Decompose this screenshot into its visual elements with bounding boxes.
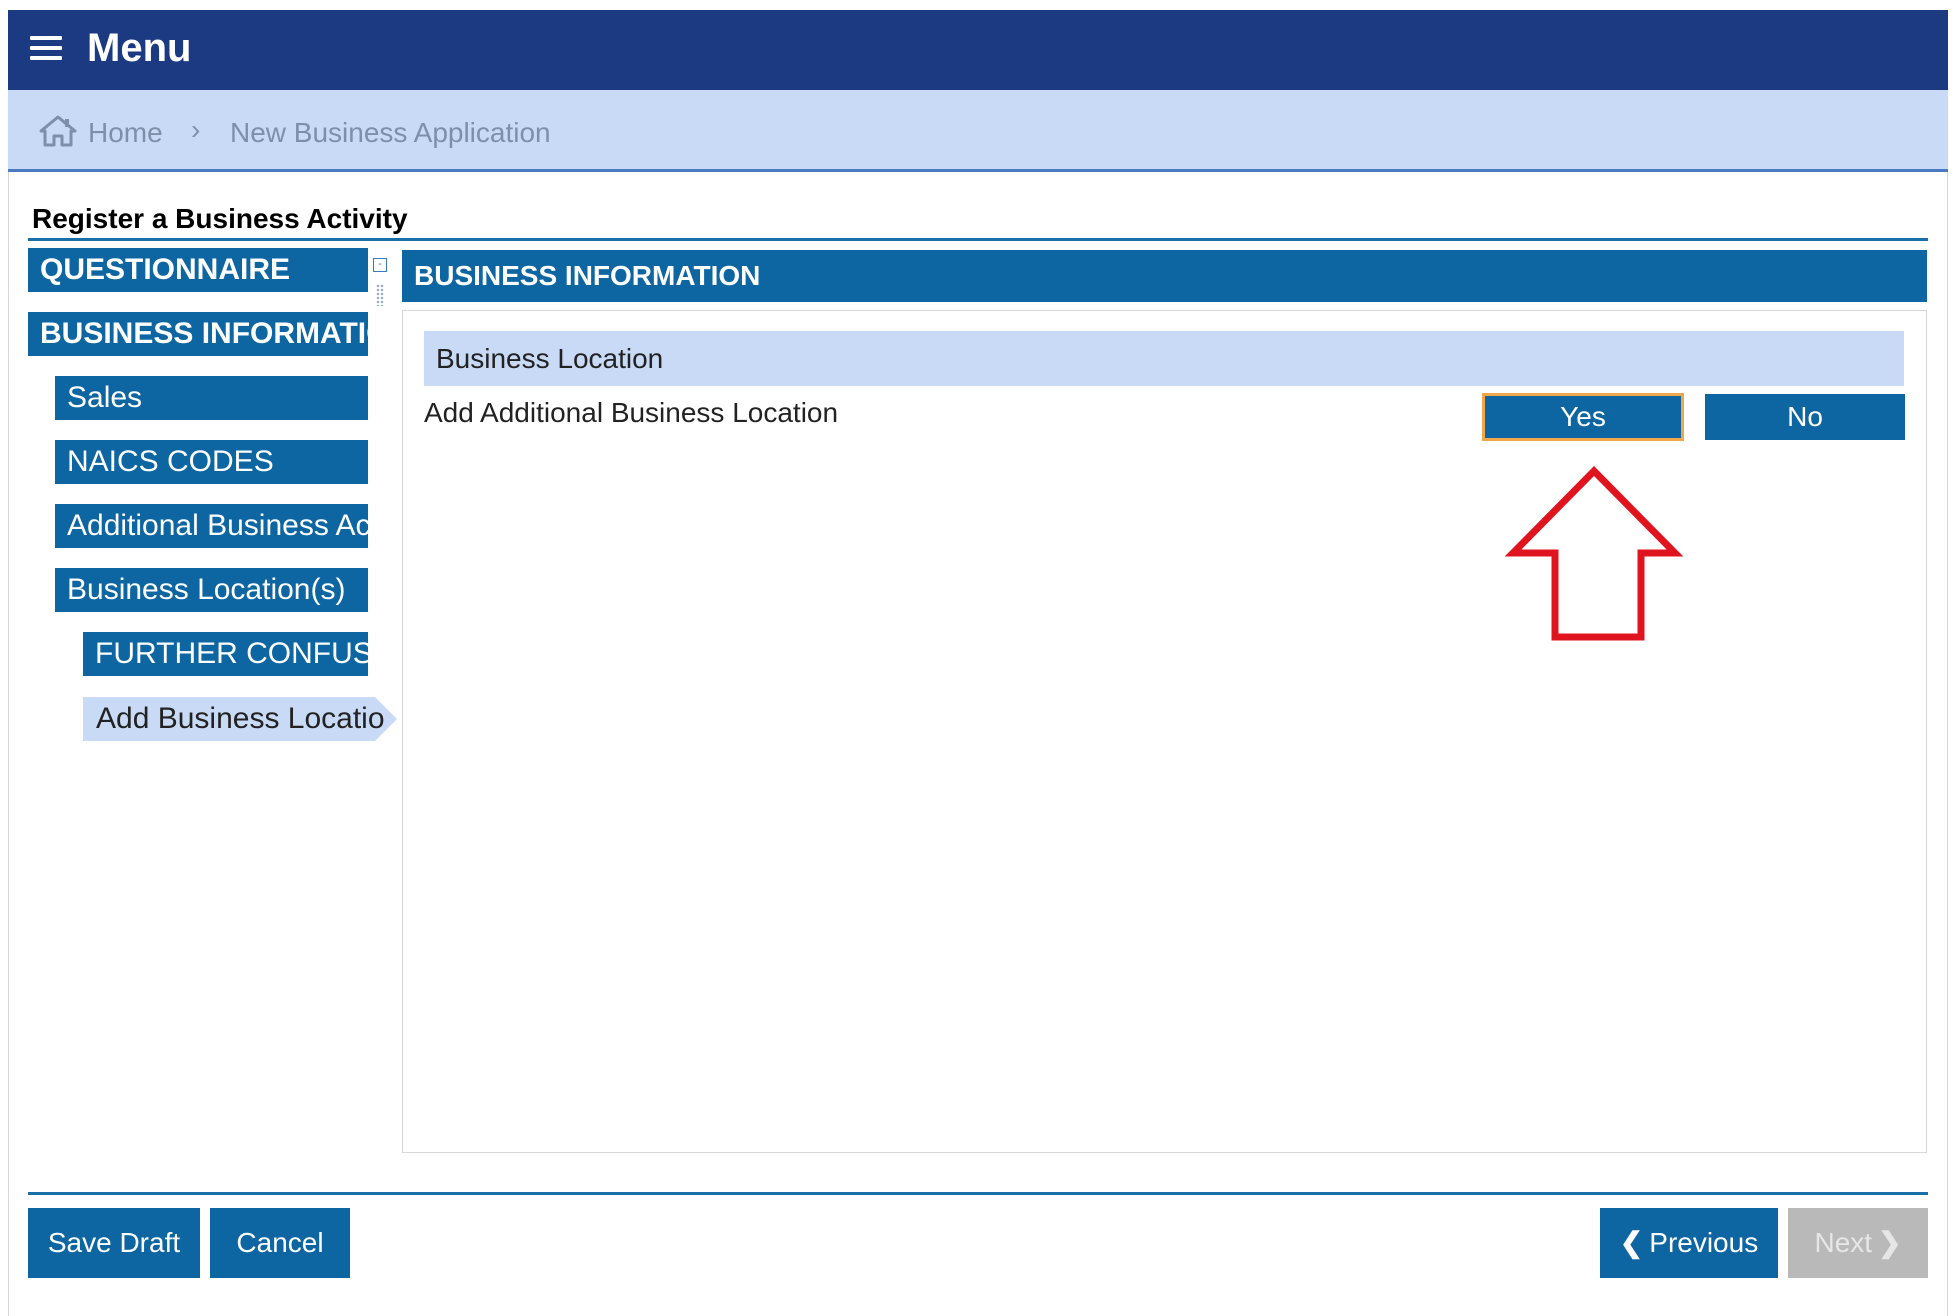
next-label: Next (1814, 1227, 1873, 1258)
no-button[interactable]: No (1705, 394, 1905, 440)
menu-label[interactable]: Menu (87, 26, 191, 71)
sidebar-item-further-confusion[interactable]: FURTHER CONFUSION (83, 632, 368, 676)
main-panel (402, 310, 1927, 1153)
save-draft-button[interactable]: Save Draft (28, 1208, 200, 1278)
sidebar-item-add-business-location[interactable]: Add Business Location (83, 697, 397, 741)
title-divider (28, 238, 1928, 241)
previous-label: Previous (1649, 1227, 1759, 1258)
chevron-left-icon: ❮ (1619, 1227, 1644, 1258)
breadcrumb-home-link[interactable]: Home (88, 117, 163, 149)
section-header: BUSINESS INFORMATION (402, 250, 1927, 302)
footer-divider (28, 1192, 1928, 1195)
question-label: Add Additional Business Location (424, 397, 839, 428)
sidebar-item-naics-codes[interactable]: NAICS CODES (55, 440, 368, 484)
top-menu-bar: Menu (8, 10, 1948, 90)
breadcrumb-separator-icon: › (191, 114, 201, 145)
page-title: Register a Business Activity (32, 203, 408, 234)
sidebar-item-additional-business-activities[interactable]: Additional Business Activities (55, 504, 368, 548)
sidebar-item-business-information[interactable]: BUSINESS INFORMATION (28, 312, 368, 356)
home-icon[interactable] (38, 114, 78, 148)
breadcrumb-current: New Business Application (230, 117, 551, 148)
collapse-sidebar-icon[interactable]: - (373, 258, 387, 272)
next-button[interactable]: Next ❯ (1788, 1208, 1928, 1278)
sidebar-item-sales[interactable]: Sales (55, 376, 368, 420)
subsection-title: Business Location (424, 331, 1904, 386)
yes-button[interactable]: Yes (1482, 393, 1684, 441)
sidebar-item-label: Add Business Location (96, 702, 386, 735)
previous-button[interactable]: ❮ Previous (1600, 1208, 1778, 1278)
splitter-handle[interactable] (376, 284, 384, 306)
red-up-arrow-annotation (1505, 466, 1684, 641)
chevron-right-icon: ❯ (1878, 1227, 1902, 1258)
sidebar-item-questionnaire[interactable]: QUESTIONNAIRE (28, 248, 368, 292)
breadcrumb: Home › New Business Application (8, 90, 1948, 172)
sidebar-item-business-locations[interactable]: Business Location(s) (55, 568, 368, 612)
hamburger-menu-icon[interactable] (30, 36, 62, 64)
cancel-button[interactable]: Cancel (210, 1208, 350, 1278)
